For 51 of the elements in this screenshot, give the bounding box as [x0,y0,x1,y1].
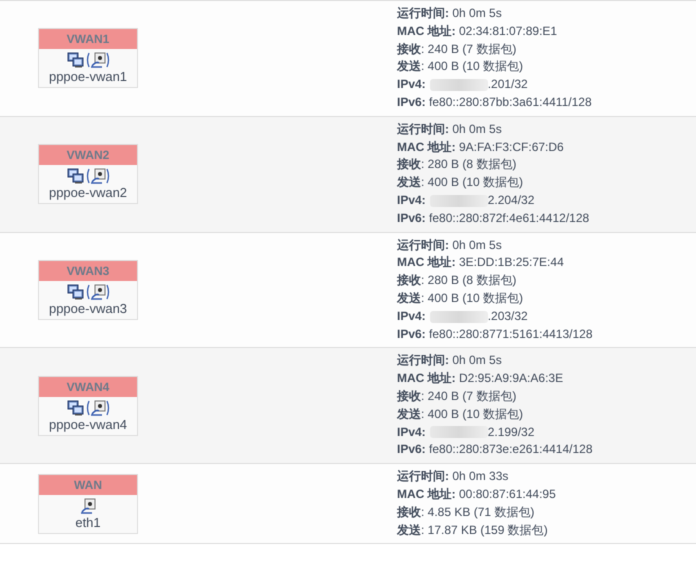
status-line: MAC 地址: 02:34:81:07:89:E1 [397,22,558,40]
status-line: 发送: 400 B (10 数据包) [397,174,524,192]
status-line: 发送: 400 B (10 数据包) [397,290,524,307]
interface-name: VWAN2 [39,145,137,166]
status-line: 接收: 280 B (8 数据包) [397,272,518,290]
status-line: 接收: 240 B (7 数据包) [397,40,518,58]
device-name: eth1 [75,514,101,531]
status-line: 发送: 17.87 KB (159 数据包) [397,522,549,539]
ipv4-label: IPv4: [397,308,426,325]
status-line: MAC 地址: 3E:DD:1B:25:7E:44 [397,254,565,272]
status-line: 发送: 400 B (10 数据包) [397,406,524,423]
ethernet-port-icon [86,400,110,416]
interface-name: WAN [39,474,137,495]
ethernet-port-icon [80,498,96,514]
network-computers-icon [66,52,84,68]
status-line: 接收: 240 B (7 数据包) [397,388,518,405]
status-line: MAC 地址: 9A:FA:F3:CF:67:D6 [397,138,565,156]
ipv4-label: IPv4: [397,424,426,441]
ipv4-value: 2.199/32 [488,424,534,441]
device-name: pppoe-vwan3 [48,300,128,317]
ipv4-value: .203/32 [488,308,528,325]
ethernet-port-icon [86,52,110,68]
network-computers-icon [66,168,84,184]
ipv4-value: 2.204/32 [488,192,534,209]
status-line: IPv6: fe80::280:872f:4e61:4412/128 [397,210,590,227]
status-line: IPv6: fe80::280:8771:5161:4413/128 [397,326,593,343]
status-line: MAC 地址: 00:80:87:61:44:95 [397,486,556,503]
status-line: 接收: 280 B (8 数据包) [397,156,518,174]
status-line: 发送: 400 B (10 数据包) [397,58,524,76]
status-line: IPv6: fe80::280:873e:e261:4414/128 [397,441,593,458]
interface-name: VWAN3 [39,260,137,281]
interface-name: VWAN4 [39,376,137,397]
status-line: 接收: 4.85 KB (71 数据包) [397,504,536,521]
device-name: pppoe-vwan2 [48,184,128,202]
device-name: pppoe-vwan1 [48,68,128,86]
network-computers-icon [66,400,84,416]
interface-name: VWAN1 [39,29,137,50]
status-line: 运行时间: 0h 0m 33s [397,468,510,486]
status-line: 运行时间: 0h 0m 5s [397,120,503,138]
status-line: 运行时间: 0h 0m 5s [397,5,503,22]
ipv4-value: .201/32 [488,76,528,94]
ipv4-label: IPv4: [397,76,426,94]
ethernet-port-icon [86,168,110,184]
device-name: pppoe-vwan4 [48,416,128,433]
status-line: 运行时间: 0h 0m 5s [397,236,503,254]
ipv4-label: IPv4: [397,192,426,209]
status-line: IPv6: fe80::280:87bb:3a61:4411/128 [397,94,592,111]
status-line: MAC 地址: D2:95:A9:9A:A6:3E [397,370,564,388]
ethernet-port-icon [86,284,110,300]
network-computers-icon [66,284,84,300]
status-line: 运行时间: 0h 0m 5s [397,352,503,370]
